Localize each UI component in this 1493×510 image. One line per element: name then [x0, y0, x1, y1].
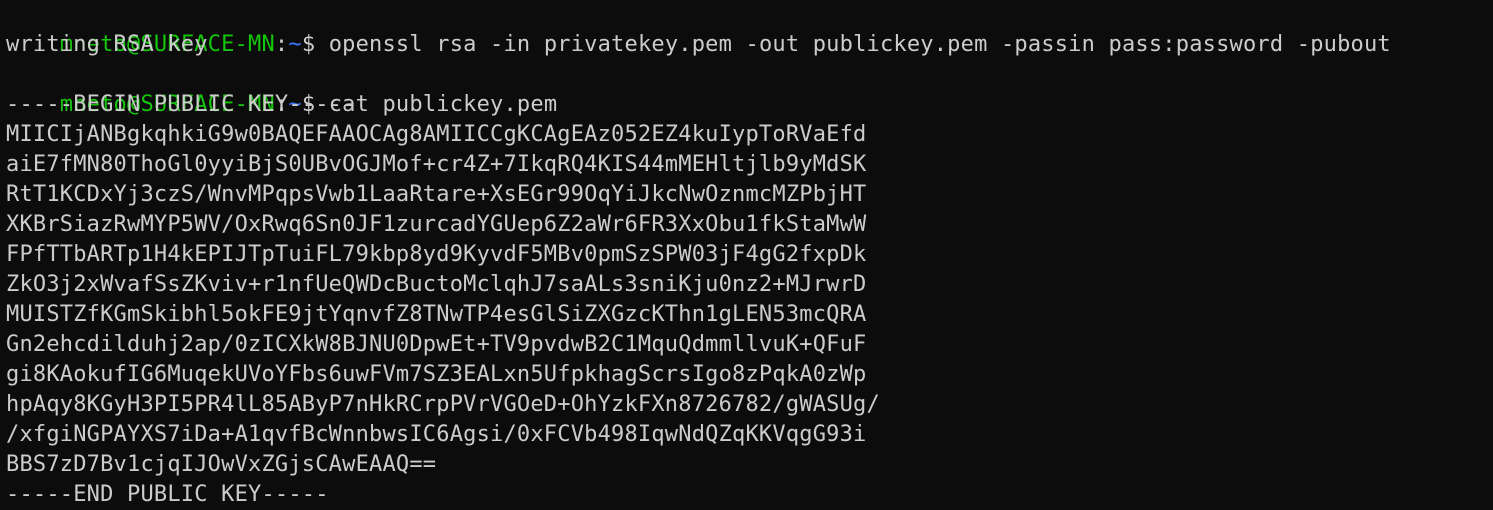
output-line: FPfTTbARTp1H4kEPIJTpTuiFL79kbp8yd9KyvdF5…: [6, 242, 867, 267]
output-line: BBS7zD7Bv1cjqIJOwVxZGjsCAwEAAQ==: [6, 452, 437, 477]
output-line: MIICIjANBgkqhkiG9w0BAQEFAAOCAg8AMIICCgKC…: [6, 122, 867, 147]
command-text: cat publickey.pem: [328, 92, 558, 117]
prompt-path: ~: [288, 32, 302, 57]
prompt-symbol: $: [301, 32, 329, 57]
output-line: -----BEGIN PUBLIC KEY-----: [6, 92, 356, 117]
terminal-window[interactable]: mneto@SURFACE-MN:~$ openssl rsa -in priv…: [0, 0, 1493, 507]
prompt-line: mneto@SURFACE-MN:~$ openssl rsa -in priv…: [6, 0, 1493, 57]
output-line: XKBrSiazRwMYP5WV/OxRwq6Sn0JF1zurcadYGUep…: [6, 212, 867, 237]
output-line: /xfgiNGPAYXS7iDa+A1qvfBcWnnbwsIC6Agsi/0x…: [6, 422, 867, 447]
output-line: gi8KAokufIG6MuqekUVoYFbs6uwFVm7SZ3EALxn5…: [6, 362, 867, 387]
prompt-separator: :: [274, 32, 289, 57]
output-line: ZkO3j2xWvafSsZKviv+r1nfUeQWDcBuctoMclqhJ…: [6, 272, 867, 297]
output-line: RtT1KCDxYj3czS/WnvMPqpsVwb1LaaRtare+XsEG…: [6, 182, 867, 207]
output-line: -----END PUBLIC KEY-----: [6, 482, 329, 507]
prompt-line: mneto@SURFACE-MN:~$ cat publickey.pem: [6, 60, 1493, 117]
output-line: hpAqy8KGyH3PI5PR4lL85AByP7nHkRCrpPVrVGOe…: [6, 392, 880, 417]
command-text: openssl rsa -in privatekey.pem -out publ…: [328, 32, 1391, 57]
output-line: MUISTZfKGmSkibhl5okFE9jtYqnvfZ8TNwTP4esG…: [6, 302, 867, 327]
output-line: Gn2ehcdilduhj2ap/0zICXkW8BJNU0DpwEt+TV9p…: [6, 332, 867, 357]
output-line: aiE7fMN80ThoGl0yyiBjS0UBvOGJMof+cr4Z+7Ik…: [6, 152, 867, 177]
